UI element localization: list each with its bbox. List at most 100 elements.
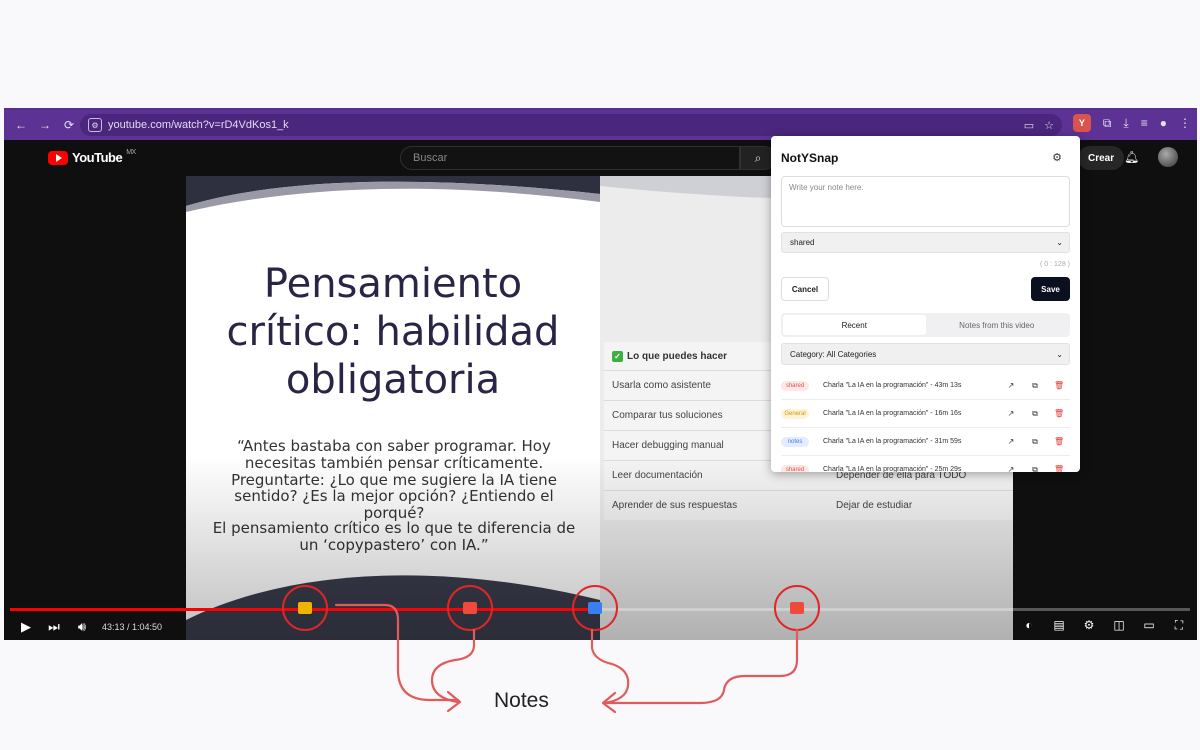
extensions-puzzle-icon[interactable]: ⧉ <box>1103 116 1112 131</box>
notysnap-popup: NotYSnap ⚙ Write your note here. shared … <box>771 136 1080 472</box>
popup-tabs: Recent Notes from this video <box>781 313 1070 337</box>
list-item-right: Dejar de estudiar <box>836 500 913 511</box>
volume-icon[interactable]: 🔊︎ <box>68 619 96 635</box>
youtube-logo-text: YouTube <box>72 150 123 165</box>
notysnap-extension-icon[interactable]: Y <box>1072 114 1091 132</box>
miniplayer-icon[interactable]: ◫ <box>1111 618 1127 632</box>
chevron-down-icon: ⌄ <box>1056 238 1063 247</box>
list-item[interactable]: notes Charla "La IA en la programación" -… <box>781 428 1070 456</box>
open-link-icon[interactable]: ↗ <box>1006 437 1016 447</box>
site-info-icon[interactable]: ⚙ <box>88 118 102 132</box>
avatar[interactable] <box>1158 147 1178 167</box>
back-icon[interactable]: ← <box>10 114 32 136</box>
notifications-bell-icon[interactable]: 🔔︎ <box>1124 150 1139 164</box>
arrow-from-marker-3 <box>590 628 630 705</box>
arrowhead-right <box>601 691 617 714</box>
open-link-icon[interactable]: ↗ <box>1006 381 1016 391</box>
reload-icon[interactable]: ⟳ <box>58 114 80 136</box>
tab-recent[interactable]: Recent <box>783 315 926 335</box>
category-badge: General <box>781 408 809 419</box>
category-badge: shared <box>781 380 809 391</box>
slide-list-header-text: Lo que puedes hacer <box>627 350 728 362</box>
region-code: MX <box>126 149 136 156</box>
trash-icon[interactable]: 🗑︎ <box>1054 381 1064 391</box>
list-item-left: Aprender de sus respuestas <box>612 500 738 511</box>
screenshot-stage: ← → ⟳ ⚙ youtube.com/watch?v=rD4VdKos1_k … <box>0 0 1200 750</box>
address-bar[interactable]: ⚙ youtube.com/watch?v=rD4VdKos1_k ▭ ☆ <box>80 114 1062 136</box>
note-textarea[interactable]: Write your note here. <box>781 176 1070 227</box>
theater-mode-icon[interactable]: ▭ <box>1141 618 1157 632</box>
chevron-down-icon: ⌄ <box>1056 349 1063 359</box>
forward-icon[interactable]: → <box>34 114 56 136</box>
copy-icon[interactable]: ⧉ <box>1030 437 1040 447</box>
cast-icon[interactable]: ▭ <box>1024 119 1034 132</box>
notes-annotation-label: Notes <box>494 689 549 712</box>
copy-icon[interactable]: ⧉ <box>1030 409 1040 419</box>
autoplay-toggle-icon[interactable]: ◐ <box>1021 618 1037 632</box>
list-item[interactable]: shared Charla "La IA en la programación" … <box>781 456 1070 472</box>
arrowhead-left <box>446 690 462 713</box>
note-marker[interactable] <box>298 602 312 614</box>
list-item[interactable]: shared Charla "La IA en la programación" … <box>781 372 1070 400</box>
category-select[interactable]: shared ⌄ <box>781 232 1070 253</box>
slide-left-panel: Pensamiento crítico: habilidad obligator… <box>186 176 600 640</box>
note-title: Charla "La IA en la programación" - 16m … <box>823 410 962 417</box>
trash-icon[interactable]: 🗑︎ <box>1054 465 1064 473</box>
category-filter-select[interactable]: Category: All Categories ⌄ <box>781 343 1070 365</box>
note-actions: ↗ ⧉ 🗑︎ <box>1006 409 1065 419</box>
settings-gear-icon[interactable]: ⚙ <box>1052 151 1062 164</box>
create-button[interactable]: Crear <box>1078 146 1125 170</box>
list-item: Aprender de sus respuestas Dejar de estud… <box>604 490 1013 520</box>
next-icon[interactable]: ⏭ <box>40 619 68 635</box>
note-marker[interactable] <box>463 602 478 614</box>
note-actions: ↗ ⧉ 🗑︎ <box>1006 437 1065 447</box>
category-badge: shared <box>781 464 809 472</box>
media-controls-icon[interactable]: ≡ <box>1141 116 1148 130</box>
note-title: Charla "La IA en la programación" - 31m … <box>823 438 962 445</box>
play-icon[interactable]: ▶ <box>12 619 40 635</box>
note-actions: ↗ ⧉ 🗑︎ <box>1006 465 1065 473</box>
note-title: Charla "La IA en la programación" - 25m … <box>823 466 962 472</box>
category-filter-value: Category: All Categories <box>790 349 877 359</box>
search-input[interactable]: Buscar <box>400 146 740 170</box>
cancel-button[interactable]: Cancel <box>781 277 829 301</box>
bookmark-star-icon[interactable]: ☆ <box>1044 119 1054 132</box>
copy-icon[interactable]: ⧉ <box>1030 465 1040 473</box>
category-badge: notes <box>781 436 809 447</box>
url-text: youtube.com/watch?v=rD4VdKos1_k <box>108 119 289 131</box>
fullscreen-icon[interactable]: ⛶ <box>1171 618 1187 632</box>
notes-list: shared Charla "La IA en la programación" … <box>781 372 1070 472</box>
open-link-icon[interactable]: ↗ <box>1006 465 1016 473</box>
time-display: 43:13 / 1:04:50 <box>102 622 163 632</box>
slide-quote: “Antes bastaba con saber programar. Hoy … <box>231 437 557 523</box>
youtube-play-logo-icon <box>48 150 68 165</box>
subtitles-icon[interactable]: ▤ <box>1051 618 1067 632</box>
arrow-from-marker-4 <box>602 628 799 705</box>
list-item[interactable]: General Charla "La IA en la programación"… <box>781 400 1070 428</box>
menu-kebab-icon[interactable]: ⋮ <box>1179 116 1191 130</box>
char-counter: ( 0 : 128 ) <box>1040 261 1070 268</box>
slide-title: Pensamiento crítico: habilidad obligator… <box>226 261 560 403</box>
download-icon[interactable]: ⤓ <box>1123 116 1128 131</box>
trash-icon[interactable]: 🗑︎ <box>1054 437 1064 447</box>
note-actions: ↗ ⧉ 🗑︎ <box>1006 381 1065 391</box>
open-link-icon[interactable]: ↗ <box>1006 409 1016 419</box>
copy-icon[interactable]: ⧉ <box>1030 381 1040 391</box>
note-marker[interactable] <box>790 602 805 614</box>
check-icon: ✓ <box>612 350 623 362</box>
arrow-from-marker-2 <box>430 628 476 704</box>
save-button[interactable]: Save <box>1031 277 1070 301</box>
note-marker[interactable] <box>588 602 603 614</box>
settings-gear-icon[interactable]: ⚙ <box>1081 618 1097 632</box>
profile-icon[interactable]: ● <box>1160 116 1167 130</box>
slide-wave-top <box>186 176 600 212</box>
popup-title: NotYSnap <box>781 151 839 165</box>
player-controls: ▶ ⏭ 🔊︎ 43:13 / 1:04:50 ◐ ▤ ⚙ ◫ ▭ ⛶ <box>4 614 1197 640</box>
category-select-value: shared <box>790 238 815 247</box>
note-title: Charla "La IA en la programación" - 43m … <box>823 382 962 389</box>
search-icon: ⌕ <box>754 150 762 165</box>
slide-quote-conclusion: El pensamiento crítico es lo que te dife… <box>212 519 576 554</box>
tab-notes-from-video[interactable]: Notes from this video <box>926 315 1069 335</box>
youtube-logo[interactable]: YouTube MX <box>48 149 136 165</box>
trash-icon[interactable]: 🗑︎ <box>1054 409 1064 419</box>
